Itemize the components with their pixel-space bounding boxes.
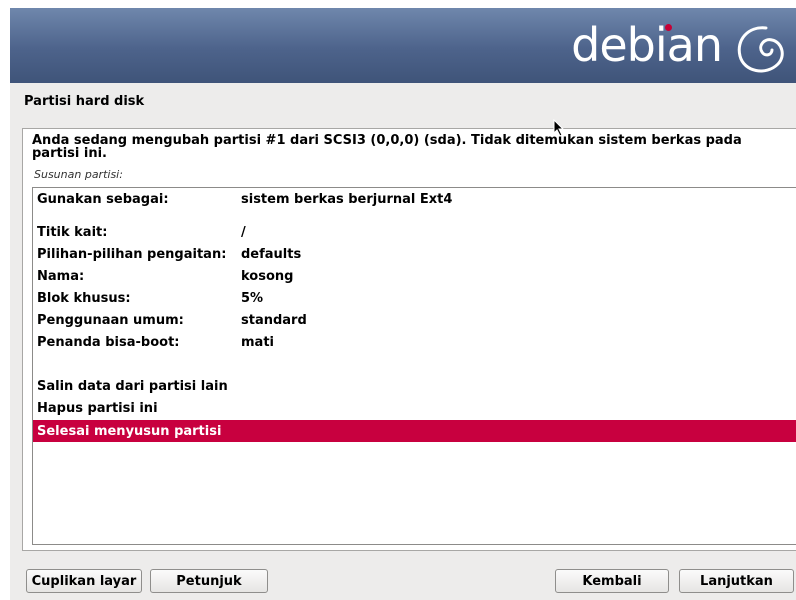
debian-banner: debian [10, 8, 796, 83]
setting-value: standard [241, 313, 307, 328]
installer-main: Partisi hard disk Anda sedang mengubah p… [10, 83, 796, 600]
setting-value: sistem berkas berjurnal Ext4 [241, 192, 453, 207]
list-item-copy-data[interactable]: Salin data dari partisi lain [33, 375, 796, 397]
setting-label: Pilihan-pilihan pengaitan: [37, 247, 227, 262]
action-label: Salin data dari partisi lain [37, 379, 228, 394]
back-button[interactable]: Kembali [555, 569, 669, 593]
continue-button[interactable]: Lanjutkan [679, 569, 794, 593]
setting-value: kosong [241, 269, 294, 284]
screenshot-button[interactable]: Cuplikan layar [26, 569, 142, 593]
setting-label: Penggunaan umum: [37, 313, 184, 328]
list-item-label[interactable]: Nama: kosong [33, 265, 796, 287]
action-label: Selesai menyusun partisi [37, 424, 222, 439]
setting-value: / [241, 225, 246, 240]
list-item-mount-point[interactable]: Titik kait: / [33, 221, 796, 243]
debian-swirl-icon [737, 26, 784, 73]
setting-label: Titik kait: [37, 225, 108, 240]
list-item-typical-usage[interactable]: Penggunaan umum: standard [33, 309, 796, 331]
help-button[interactable]: Petunjuk [150, 569, 268, 593]
setting-value: mati [241, 335, 274, 350]
partition-settings-list: Gunakan sebagai: sistem berkas berjurnal… [32, 187, 796, 545]
debian-logo-dot [665, 24, 672, 31]
setting-label: Gunakan sebagai: [37, 192, 169, 207]
list-item-done-setting-up[interactable]: Selesai menyusun partisi [33, 420, 796, 442]
list-item-bootable-flag[interactable]: Penanda bisa-boot: mati [33, 331, 796, 353]
content-panel: Anda sedang mengubah partisi #1 dari SCS… [22, 128, 796, 551]
list-item-use-as[interactable]: Gunakan sebagai: sistem berkas berjurnal… [33, 188, 796, 210]
setting-value: 5% [241, 291, 264, 306]
list-item-reserved-blocks[interactable]: Blok khusus: 5% [33, 287, 796, 309]
setting-label: Blok khusus: [37, 291, 131, 306]
list-subtitle: Susunan partisi: [34, 168, 123, 181]
action-label: Hapus partisi ini [37, 401, 158, 416]
mouse-pointer-icon [553, 119, 565, 137]
partition-description: Anda sedang mengubah partisi #1 dari SCS… [32, 133, 742, 161]
setting-value: defaults [241, 247, 302, 262]
page-title: Partisi hard disk [24, 94, 145, 109]
debian-logo-text: debian [571, 18, 723, 72]
list-item-mount-options[interactable]: Pilihan-pilihan pengaitan: defaults [33, 243, 796, 265]
list-item-delete-partition[interactable]: Hapus partisi ini [33, 397, 796, 419]
setting-label: Nama: [37, 269, 85, 284]
setting-label: Penanda bisa-boot: [37, 335, 180, 350]
